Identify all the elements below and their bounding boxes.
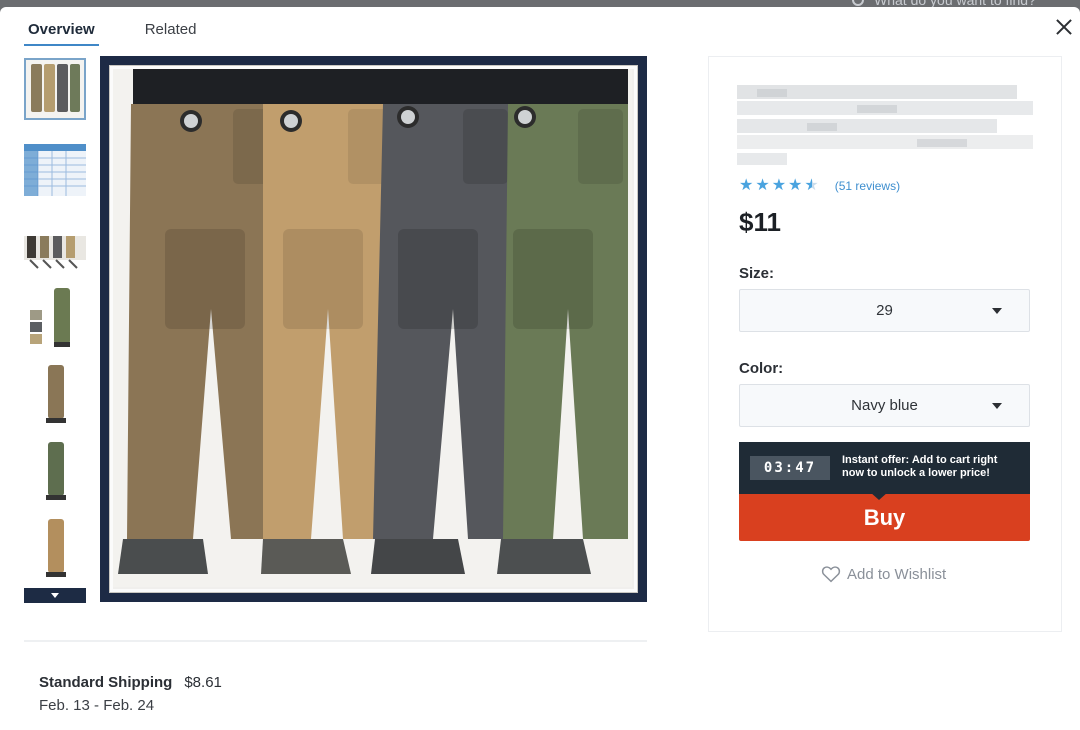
tab-related[interactable]: Related (141, 19, 201, 46)
color-select[interactable]: Navy blue (739, 384, 1030, 427)
half-star-icon: ★ (804, 177, 819, 194)
wishlist-label: Add to Wishlist (847, 565, 947, 583)
thumbnail-3[interactable] (24, 220, 86, 282)
tab-bar: Overview Related (24, 19, 200, 46)
shipping-dates: Feb. 13 - Feb. 24 (39, 697, 155, 714)
size-label: Size: (739, 265, 775, 282)
product-price: $11 (739, 207, 781, 237)
main-product-image[interactable] (100, 56, 647, 602)
shipping-price: $8.61 (184, 674, 222, 691)
chevron-down-icon (992, 308, 1002, 314)
star-rating: ★ ★ ★ ★ ★ (51 reviews) (739, 178, 900, 194)
star-icon: ★ (788, 177, 803, 194)
star-icon: ★ (739, 177, 754, 194)
thumbnail-4[interactable] (24, 286, 86, 348)
instant-offer-text: Instant offer: Add to cart right now to … (842, 454, 998, 479)
product-details-panel: ★ ★ ★ ★ ★ (51 reviews) $11 Size: 29 Colo… (708, 56, 1062, 632)
close-icon[interactable] (1054, 17, 1074, 37)
instant-offer-banner[interactable]: 03:47 Instant offer: Add to cart right n… (739, 442, 1030, 500)
section-divider (24, 640, 647, 642)
product-quickview-modal: Overview Related ★ ★ ★ ★ ★ (51 reviews) … (0, 7, 1080, 730)
search-icon (852, 0, 864, 6)
pants-shoes-thumbnail (24, 222, 86, 280)
thumbnail-6[interactable] (24, 440, 86, 502)
blurred-product-title (737, 85, 1033, 167)
thumbnail-scroll-down-button[interactable] (24, 588, 86, 603)
shipping-method-label: Standard Shipping (39, 674, 173, 691)
cargo-pants-photo (113, 69, 632, 587)
star-icon: ★ (771, 177, 787, 194)
color-select-value: Navy blue (851, 397, 918, 414)
size-chart-thumbnail (24, 144, 86, 196)
add-to-wishlist-button[interactable]: Add to Wishlist (821, 565, 946, 583)
thumbnail-7[interactable] (24, 517, 86, 579)
color-label: Color: (739, 360, 784, 377)
heart-icon (821, 566, 841, 583)
size-select-value: 29 (876, 302, 893, 319)
green-thumbnail (26, 440, 84, 502)
reviews-link[interactable]: (51 reviews) (835, 179, 900, 193)
thumbnail-2[interactable] (24, 139, 86, 201)
khaki-thumbnail (26, 363, 84, 425)
buy-button[interactable]: Buy (739, 494, 1030, 541)
countdown-timer: 03:47 (750, 456, 830, 480)
star-icon: ★ (755, 177, 770, 194)
thumbnail-5[interactable] (24, 363, 86, 425)
offer-pointer (870, 492, 888, 500)
tan-thumbnail (26, 517, 84, 579)
size-select[interactable]: 29 (739, 289, 1030, 332)
pants-lineup-thumbnail (26, 60, 84, 118)
shipping-info: Standard Shipping $8.61 (39, 674, 222, 691)
chevron-down-icon (992, 403, 1002, 409)
tab-overview[interactable]: Overview (24, 19, 99, 46)
front-detail-thumbnail (26, 286, 84, 348)
thumbnail-1[interactable] (24, 58, 86, 120)
